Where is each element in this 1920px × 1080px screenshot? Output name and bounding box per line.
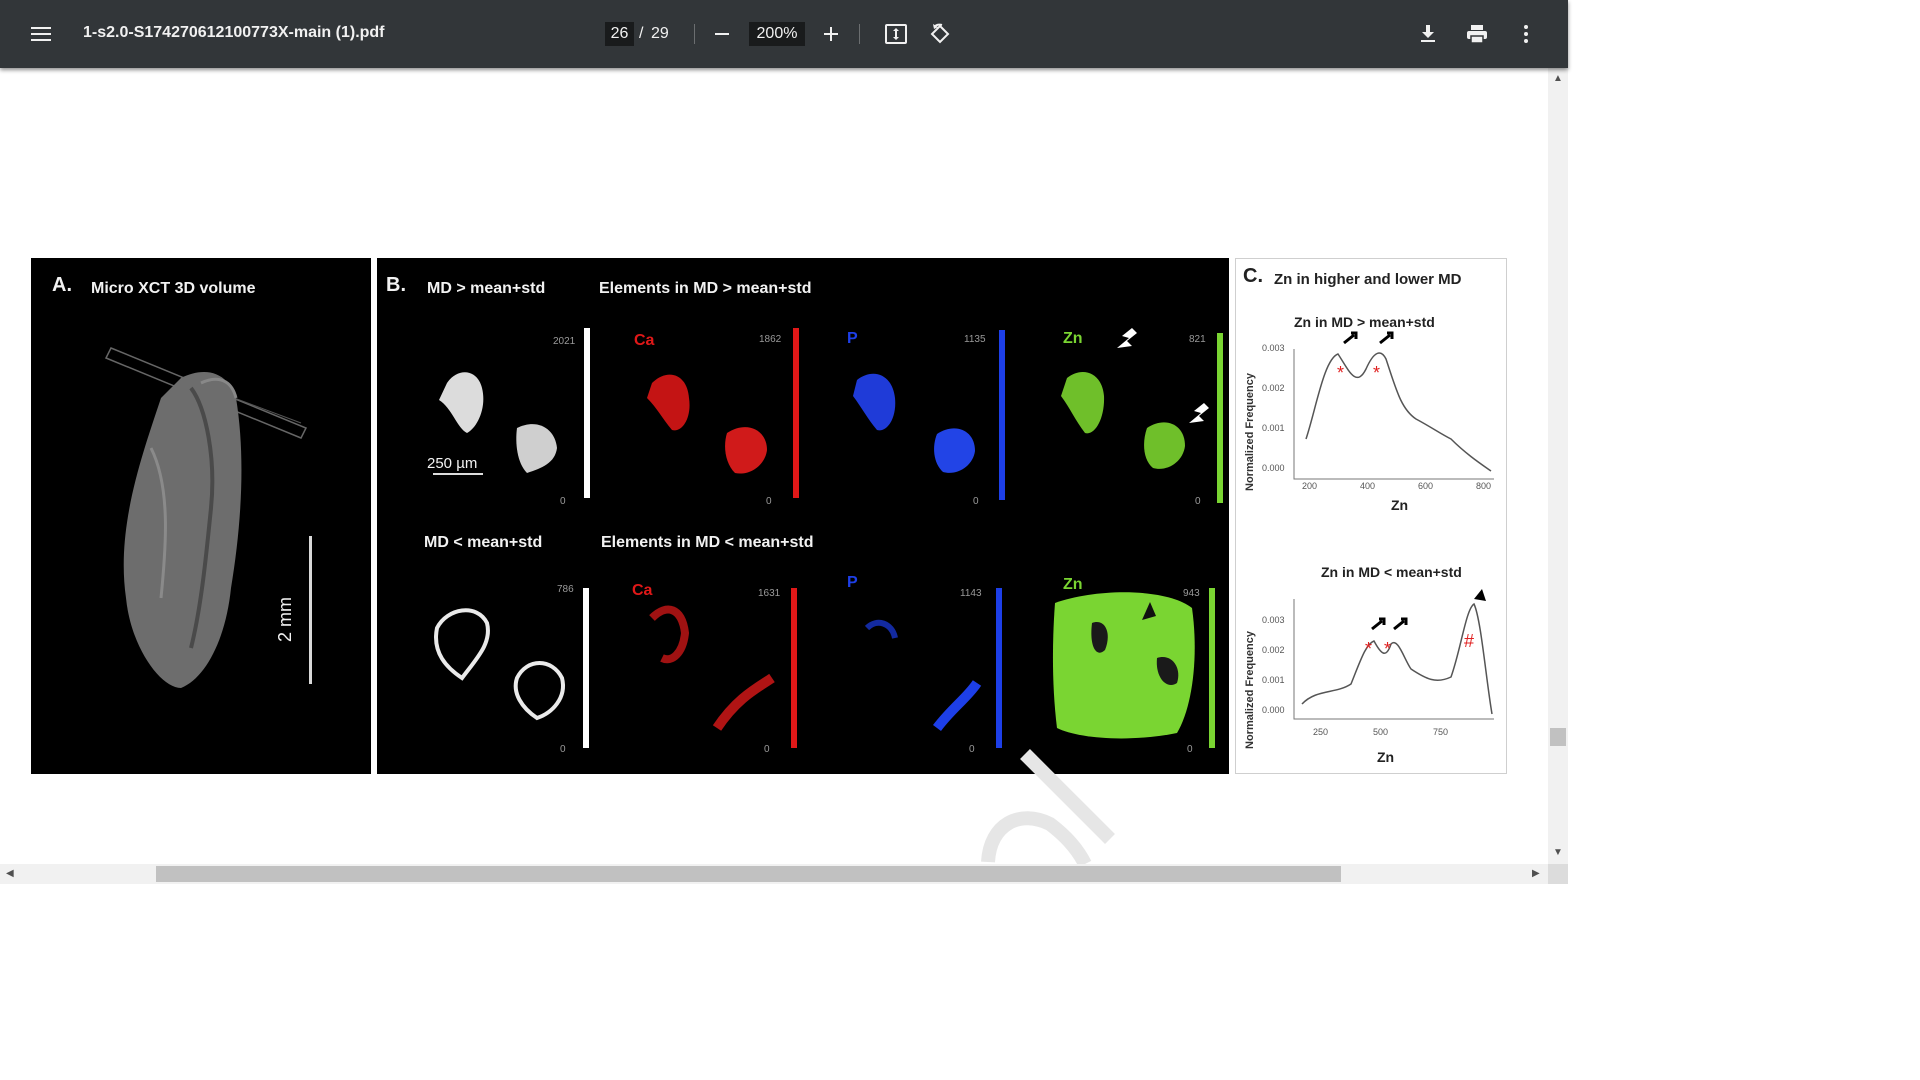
pdf-toolbar: 1-s2.0-S174270612100773X-main (1).pdf / … — [0, 0, 1568, 68]
page-separator: / — [639, 25, 644, 42]
print-icon — [1467, 25, 1487, 44]
toolbar-divider — [694, 24, 695, 44]
vertical-scroll-thumb[interactable] — [1550, 728, 1566, 746]
bottom-peak-marker: * — [1384, 639, 1392, 659]
print-button[interactable] — [1457, 14, 1497, 54]
figure-panel-b: B. MD > mean+std Elements in MD > mean+s… — [377, 258, 1229, 774]
horizontal-scroll-thumb[interactable] — [156, 866, 1341, 882]
top-peak-marker: * — [1337, 363, 1345, 383]
top-peak-marker: * — [1373, 363, 1381, 383]
label-p-top: P — [847, 330, 858, 347]
pdf-viewer[interactable]: A. Micro XCT 3D volume 2 mm B. MD > mean… — [0, 68, 1548, 864]
zoom-input[interactable] — [749, 22, 805, 46]
colorbar-min-ca-top: 0 — [766, 496, 772, 507]
colorbar-min-ca-bottom: 0 — [764, 744, 770, 755]
toolbar-divider — [859, 24, 860, 44]
plus-icon — [824, 27, 838, 41]
menu-icon[interactable] — [21, 14, 61, 54]
page-number-input[interactable] — [605, 22, 634, 46]
colorbar-max-p-bottom: 1143 — [960, 588, 982, 599]
horizontal-scrollbar[interactable]: ◀ ▶ — [0, 864, 1548, 884]
colorbar-min-md-top: 0 — [560, 496, 566, 507]
scroll-down-icon[interactable]: ▼ — [1553, 848, 1563, 858]
zoom-in-button[interactable] — [811, 14, 851, 54]
colorbar-max-md-top: 2021 — [553, 336, 576, 347]
bottom-hash-marker: # — [1464, 631, 1475, 651]
xct-3d-volume-render — [104, 347, 312, 688]
colorbar-max-md-bottom: 786 — [557, 584, 574, 595]
label-ca-top: Ca — [634, 332, 655, 349]
colorbar-min-p-bottom: 0 — [969, 744, 975, 755]
fit-page-icon — [885, 24, 907, 44]
colorbar-max-zn-top: 821 — [1189, 334, 1206, 345]
label-zn-bottom: Zn — [1063, 576, 1083, 593]
colorbar-min-zn-top: 0 — [1195, 496, 1201, 507]
document-title: 1-s2.0-S174270612100773X-main (1).pdf — [83, 24, 385, 41]
colorbar-min-p-top: 0 — [973, 496, 979, 507]
colorbar-min-zn-bottom: 0 — [1187, 744, 1193, 755]
fit-page-button[interactable] — [876, 14, 916, 54]
scale-bar-label: 2 mm — [275, 597, 295, 642]
minus-icon — [715, 33, 729, 35]
bottom-peak-marker: * — [1365, 639, 1373, 659]
colorbar-max-p-top: 1135 — [964, 334, 986, 345]
download-icon — [1421, 25, 1435, 42]
label-zn-top: Zn — [1063, 330, 1083, 347]
colorbar-min-md-bottom: 0 — [560, 744, 566, 755]
rotate-button[interactable] — [920, 14, 960, 54]
scroll-right-icon[interactable]: ▶ — [1532, 869, 1540, 879]
more-options-button[interactable] — [1506, 14, 1546, 54]
more-vert-icon — [1524, 25, 1528, 43]
figure-panel-c: C. Zn in higher and lower MD Zn in MD > … — [1235, 258, 1507, 774]
scale-bar-250um: 250 µm — [427, 455, 478, 472]
watermark-fragment — [981, 749, 1115, 864]
rotate-icon — [930, 23, 950, 44]
elemental-maps — [433, 328, 1223, 748]
scrollbar-corner — [1548, 864, 1568, 884]
zn-histograms — [1293, 331, 1494, 720]
scroll-left-icon[interactable]: ◀ — [6, 869, 14, 879]
colorbar-max-zn-bottom: 943 — [1183, 588, 1200, 599]
zoom-out-button[interactable] — [702, 14, 742, 54]
colorbar-max-ca-bottom: 1631 — [758, 588, 781, 599]
scroll-up-icon[interactable]: ▲ — [1553, 74, 1563, 84]
figure-panel-a: A. Micro XCT 3D volume 2 mm — [31, 258, 371, 774]
label-ca-bottom: Ca — [632, 582, 653, 599]
page-total: 29 — [651, 25, 669, 42]
colorbar-max-ca-top: 1862 — [759, 334, 782, 345]
label-p-bottom: P — [847, 574, 858, 591]
vertical-scrollbar[interactable]: ▲ ▼ — [1548, 68, 1568, 864]
download-button[interactable] — [1408, 14, 1448, 54]
